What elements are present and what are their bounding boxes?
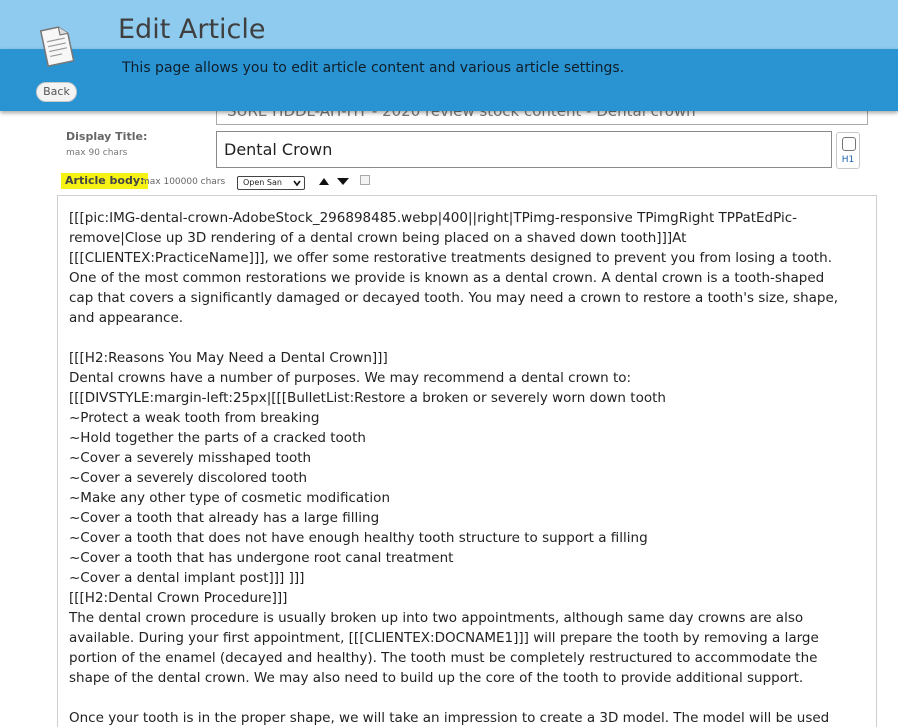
body-line: [[[CLIENTEX:PracticeName]]], we offer so…: [69, 250, 832, 266]
page-subtitle: This page allows you to edit article con…: [122, 60, 625, 76]
h1-toggle[interactable]: H1: [836, 132, 860, 169]
article-body-editor[interactable]: [[[pic:IMG-dental-crown-AdobeStock_29689…: [57, 195, 877, 727]
document-icon: [39, 26, 75, 67]
chevron-down-icon: [293, 180, 301, 187]
article-body-label: Article body:: [61, 173, 149, 189]
body-line: ~Cover a dental implant post]]] ]]]: [69, 570, 305, 586]
body-line: [[[pic:IMG-dental-crown-AdobeStock_29689…: [69, 210, 798, 226]
body-line: ~Hold together the parts of a cracked to…: [69, 430, 366, 446]
font-select[interactable]: Open San: [237, 176, 305, 190]
body-line: One of the most common restorations we p…: [69, 270, 825, 286]
body-line: remove|Close up 3D rendering of a dental…: [69, 230, 687, 246]
body-line: Once your tooth is in the proper shape, …: [69, 710, 830, 726]
font-select-value: Open San: [243, 178, 282, 187]
body-line: ~Cover a tooth that already has a large …: [69, 510, 380, 526]
body-blank-line: [69, 688, 859, 708]
body-line: ~Cover a severely discolored tooth: [69, 470, 308, 486]
body-line: ~Cover a tooth that does not have enough…: [69, 530, 648, 546]
page-title: Edit Article: [118, 14, 266, 45]
article-body-hint: max 100000 chars: [141, 177, 226, 187]
body-blank-line: [69, 328, 859, 348]
body-line: ~Cover a severely misshaped tooth: [69, 450, 312, 466]
h1-label: H1: [841, 155, 855, 165]
body-line: shape of the dental crown. We may also n…: [69, 670, 804, 686]
body-line: Dental crowns have a number of purposes.…: [69, 370, 632, 386]
body-option-checkbox[interactable]: [360, 175, 370, 185]
header-bottom-band: [0, 49, 898, 111]
arrow-down-icon[interactable]: [337, 178, 349, 185]
body-line: [[[DIVSTYLE:margin-left:25px|[[[BulletLi…: [69, 390, 666, 406]
display-title-hint: max 90 chars: [66, 148, 128, 158]
body-line: [[[H2:Reasons You May Need a Dental Crow…: [69, 350, 388, 366]
body-line: portion of the enamel (decayed and healt…: [69, 650, 818, 666]
display-title-input[interactable]: [216, 131, 832, 168]
body-line: ~Make any other type of cosmetic modific…: [69, 490, 391, 506]
body-line: [[[H2:Dental Crown Procedure]]]: [69, 590, 288, 606]
arrow-up-icon[interactable]: [319, 178, 329, 185]
body-line: cap that covers a significantly damaged …: [69, 290, 839, 306]
back-button[interactable]: Back: [36, 82, 77, 102]
body-line: ~Protect a weak tooth from breaking: [69, 410, 320, 426]
body-line: and appearance.: [69, 310, 184, 326]
body-line: available. During your first appointment…: [69, 630, 819, 646]
h1-checkbox[interactable]: [842, 137, 856, 151]
body-line: The dental crown procedure is usually br…: [69, 610, 804, 626]
display-title-label: Display Title:: [66, 130, 148, 143]
article-body-text: [[[pic:IMG-dental-crown-AdobeStock_29689…: [69, 208, 859, 727]
body-line: ~Cover a tooth that has undergone root c…: [69, 550, 454, 566]
